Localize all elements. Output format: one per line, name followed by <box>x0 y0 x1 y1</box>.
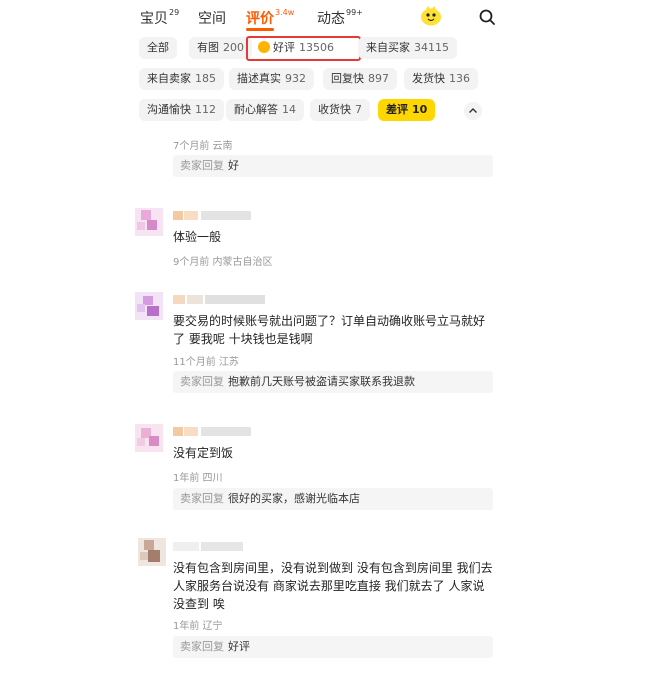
review-meta: 1年前 四川 <box>173 473 223 484</box>
seller-reply-label: 卖家回复 <box>180 375 224 388</box>
top-tab-bar: 宝贝29 空间 评价3.4w 动态99+ <box>127 0 503 34</box>
filter-label: 差评 <box>386 103 408 116</box>
avatar[interactable] <box>135 292 163 320</box>
review-text: 没有定到饭 <box>173 446 234 460</box>
filter-count: 200 <box>223 41 244 54</box>
filter-count: 932 <box>285 72 306 85</box>
filter-label: 沟通愉快 <box>147 103 191 116</box>
filter-patient-answers[interactable]: 耐心解答 14 <box>226 99 304 121</box>
blurred-username <box>173 211 251 220</box>
filter-count: 185 <box>195 72 216 85</box>
seller-reply: 卖家回复 很好的买家，感谢光临本店 <box>173 488 493 510</box>
review-meta: 11个月前 江苏 <box>173 357 239 368</box>
filter-count: 897 <box>368 72 389 85</box>
search-icon[interactable] <box>479 9 495 25</box>
filter-label: 描述真实 <box>237 72 281 85</box>
filter-fast-shipping[interactable]: 发货快 136 <box>404 68 478 90</box>
filter-pleasant-communication[interactable]: 沟通愉快 112 <box>139 99 224 121</box>
avatar[interactable] <box>138 538 166 566</box>
active-tab-underline <box>246 28 274 31</box>
review-text: 体验一般 <box>173 230 222 244</box>
avatar[interactable] <box>135 424 163 452</box>
tab-space[interactable]: 空间 <box>198 8 226 28</box>
filter-count: 14 <box>282 103 296 116</box>
filter-all[interactable]: 全部 <box>139 37 177 59</box>
seller-reply: 卖家回复好 <box>173 155 493 177</box>
filter-from-buyer[interactable]: 来自买家 34115 <box>358 37 457 59</box>
seller-reply-label: 卖家回复 <box>180 159 224 172</box>
filter-label: 回复快 <box>331 72 364 85</box>
tab-activity[interactable]: 动态99+ <box>317 8 363 28</box>
filter-label: 来自卖家 <box>147 72 191 85</box>
seller-reply-text: 很好的买家，感谢光临本店 <box>228 492 360 505</box>
review-meta: 7个月前 云南 <box>173 141 233 152</box>
mascot-icon[interactable] <box>420 6 442 26</box>
filter-fast-receipt[interactable]: 收货快 7 <box>310 99 370 121</box>
filter-count: 34115 <box>414 41 449 54</box>
filter-label: 有图 <box>197 41 219 54</box>
filter-count: 7 <box>355 103 362 116</box>
seller-reply-label: 卖家回复 <box>180 640 224 653</box>
filter-label: 发货快 <box>412 72 445 85</box>
review-text: 要交易的时候账号就出问题了？订单自动确收账号立马就好了 要我呢 十块钱也是钱啊 <box>173 314 486 346</box>
review-meta: 9个月前 内蒙古自治区 <box>173 257 273 268</box>
tab-label: 空间 <box>198 11 226 27</box>
filter-label: 全部 <box>147 41 169 54</box>
filter-negative[interactable]: 差评 10 <box>378 99 436 121</box>
tab-badge: 3.4w <box>275 8 295 18</box>
seller-reply-text: 好评 <box>228 640 250 653</box>
filter-quick-reply[interactable]: 回复快 897 <box>323 68 397 90</box>
tab-badge: 99+ <box>346 8 363 18</box>
filter-label: 收货快 <box>318 103 351 116</box>
highlight-box <box>246 36 361 61</box>
chevron-up-icon[interactable] <box>464 102 482 120</box>
filter-count: 112 <box>195 103 216 116</box>
tab-badge: 29 <box>169 8 180 18</box>
blurred-username <box>173 295 265 304</box>
seller-reply-label: 卖家回复 <box>180 492 224 505</box>
tab-label: 评价 <box>246 11 274 27</box>
blurred-username <box>173 427 251 436</box>
seller-reply-text: 抱歉前几天账号被盗请买家联系我退款 <box>228 375 415 388</box>
filter-count: 10 <box>412 103 428 116</box>
seller-reply: 卖家回复 抱歉前几天账号被盗请买家联系我退款 <box>173 371 493 393</box>
filter-with-photos[interactable]: 有图 200 <box>189 37 252 59</box>
filter-label: 耐心解答 <box>234 103 278 116</box>
filter-from-seller[interactable]: 来自卖家 185 <box>139 68 224 90</box>
tab-label: 宝贝 <box>140 11 168 27</box>
avatar[interactable] <box>135 208 163 236</box>
filter-accurate-description[interactable]: 描述真实 932 <box>229 68 314 90</box>
seller-reply-text: 好 <box>228 159 239 172</box>
blurred-username <box>173 542 243 551</box>
filter-count: 136 <box>449 72 470 85</box>
tab-reviews[interactable]: 评价3.4w <box>246 8 295 31</box>
filter-label: 来自买家 <box>366 41 410 54</box>
tab-items[interactable]: 宝贝29 <box>140 8 179 28</box>
tab-label: 动态 <box>317 11 345 27</box>
seller-reply: 卖家回复 好评 <box>173 636 493 658</box>
review-meta: 1年前 辽宁 <box>173 621 223 632</box>
review-text: 没有包含到房间里，没有说到做到 没有包含到房间里 我们去人家服务台说没有 商家说… <box>173 561 493 611</box>
